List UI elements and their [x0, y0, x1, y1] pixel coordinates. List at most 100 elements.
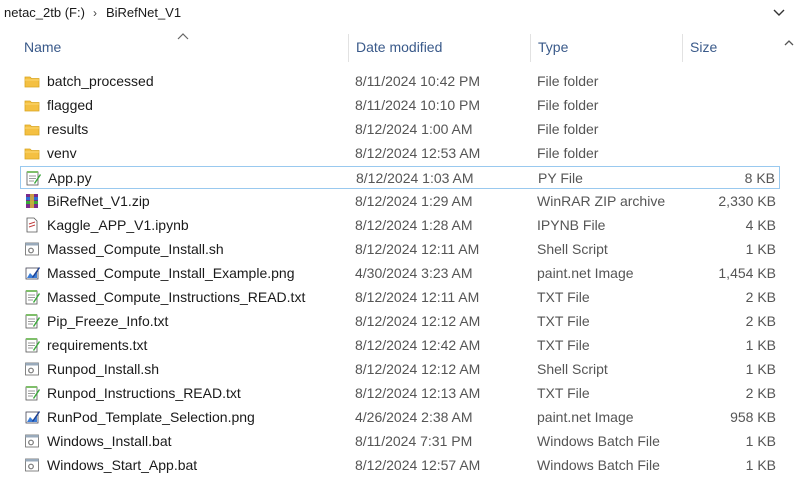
file-name: App.py [48, 170, 92, 186]
file-date-modified: 8/12/2024 12:11 AM [355, 289, 480, 305]
file-type: TXT File [537, 385, 590, 401]
file-name: Pip_Freeze_Info.txt [47, 313, 169, 329]
file-size: 958 KB [730, 409, 776, 425]
file-name: Runpod_Instructions_READ.txt [47, 385, 241, 401]
folder-icon [24, 76, 40, 88]
column-size[interactable]: Size [690, 30, 717, 64]
breadcrumb-separator[interactable]: › [93, 6, 97, 20]
file-date-modified: 8/11/2024 7:31 PM [355, 433, 473, 449]
file-row[interactable]: venv 8/12/2024 12:53 AM File folder [20, 142, 780, 165]
notepad-icon [25, 338, 40, 353]
file-type: File folder [537, 145, 599, 161]
script-icon [25, 434, 39, 448]
file-row[interactable]: App.py 8/12/2024 1:03 AM PY File 8 KB [20, 166, 780, 189]
file-row[interactable]: requirements.txt 8/12/2024 12:42 AM TXT Fi… [20, 334, 780, 357]
file-name: Runpod_Install.sh [47, 361, 160, 377]
file-type: Shell Script [537, 241, 608, 257]
file-date-modified: 4/30/2024 3:23 AM [355, 265, 473, 281]
sort-ascending-icon [177, 33, 189, 40]
file-size: 1 KB [745, 457, 776, 473]
file-row[interactable]: results 8/12/2024 1:00 AM File folder [20, 118, 780, 141]
file-date-modified: 8/12/2024 1:00 AM [355, 121, 473, 137]
file-name: flagged [47, 97, 93, 113]
file-type: TXT File [537, 313, 590, 329]
file-size: 1 KB [745, 361, 776, 377]
file-date-modified: 8/12/2024 12:42 AM [355, 337, 481, 353]
file-size: 2 KB [745, 313, 776, 329]
file-name: Massed_Compute_Install_Example.png [47, 265, 295, 281]
file-type: File folder [537, 73, 599, 89]
file-size: 2 KB [745, 289, 776, 305]
file-type: paint.net Image [537, 265, 634, 281]
column-divider[interactable] [348, 34, 349, 62]
column-divider[interactable] [682, 34, 683, 62]
file-size: 1,454 KB [718, 265, 776, 281]
file-type: TXT File [537, 289, 590, 305]
file-row[interactable]: Windows_Install.bat 8/11/2024 7:31 PM Wind… [20, 430, 780, 453]
notepad-icon [25, 290, 40, 305]
file-row[interactable]: Kaggle_APP_V1.ipynb 8/12/2024 1:28 AM IPYN… [20, 214, 780, 237]
breadcrumb-drive[interactable]: netac_2tb (F:) [4, 5, 85, 20]
file-row[interactable]: BiRefNet_V1.zip 8/12/2024 1:29 AM WinRAR Z… [20, 190, 780, 213]
file-date-modified: 8/12/2024 12:57 AM [355, 457, 481, 473]
folder-icon [24, 148, 40, 160]
file-name: Windows_Install.bat [47, 433, 172, 449]
column-divider[interactable] [530, 34, 531, 62]
breadcrumb: netac_2tb (F:) › BiRefNet_V1 [4, 5, 181, 20]
file-date-modified: 8/12/2024 12:12 AM [355, 313, 481, 329]
address-bar[interactable]: netac_2tb (F:) › BiRefNet_V1 [0, 0, 800, 26]
notepad-icon [25, 386, 40, 401]
file-date-modified: 8/12/2024 1:28 AM [355, 217, 473, 233]
file-type: TXT File [537, 337, 590, 353]
file-row[interactable]: Massed_Compute_Instructions_READ.txt 8/12… [20, 286, 780, 309]
file-name: batch_processed [47, 73, 154, 89]
file-size: 1 KB [745, 337, 776, 353]
file-name: venv [47, 145, 77, 161]
file-size: 8 KB [744, 170, 775, 186]
file-name: Massed_Compute_Install.sh [47, 241, 224, 257]
file-row[interactable]: flagged 8/11/2024 10:10 PM File folder [20, 94, 780, 117]
column-name[interactable]: Name [24, 30, 61, 64]
file-size: 4 KB [745, 217, 776, 233]
file-type: paint.net Image [537, 409, 634, 425]
script-icon [25, 458, 39, 472]
file-date-modified: 8/12/2024 12:12 AM [355, 361, 481, 377]
file-size: 1 KB [745, 241, 776, 257]
file-row[interactable]: Runpod_Instructions_READ.txt 8/12/2024 12… [20, 382, 780, 405]
script-icon [25, 242, 39, 256]
file-row[interactable]: Massed_Compute_Install.sh 8/12/2024 12:11… [20, 238, 780, 261]
file-row[interactable]: Runpod_Install.sh 8/12/2024 12:12 AM Shell… [20, 358, 780, 381]
file-size: 1 KB [745, 433, 776, 449]
column-type[interactable]: Type [538, 30, 568, 64]
file-name: results [47, 121, 89, 137]
file-date-modified: 8/12/2024 12:53 AM [355, 145, 481, 161]
winrar-icon [26, 194, 38, 208]
script-icon [25, 362, 39, 376]
file-date-modified: 8/12/2024 12:13 AM [355, 385, 481, 401]
file-row[interactable]: batch_processed 8/11/2024 10:42 PM File fo… [20, 70, 780, 93]
file-row[interactable]: Massed_Compute_Install_Example.png 4/30/2… [20, 262, 780, 285]
file-name: RunPod_Template_Selection.png [47, 409, 255, 425]
file-type: File folder [537, 121, 599, 137]
file-size: 2 KB [745, 385, 776, 401]
file-date-modified: 8/12/2024 12:11 AM [355, 241, 480, 257]
file-date-modified: 8/12/2024 1:29 AM [355, 193, 473, 209]
file-name: Kaggle_APP_V1.ipynb [47, 217, 189, 233]
file-name: BiRefNet_V1.zip [47, 193, 150, 209]
file-row[interactable]: Windows_Start_App.bat 8/12/2024 12:57 AM W… [20, 454, 780, 477]
file-type: Windows Batch File [537, 457, 660, 473]
file-type: Windows Batch File [537, 433, 660, 449]
notepad-icon [26, 171, 41, 186]
folder-icon [24, 124, 40, 136]
breadcrumb-folder[interactable]: BiRefNet_V1 [106, 5, 181, 20]
column-date-modified[interactable]: Date modified [356, 30, 442, 64]
file-row[interactable]: RunPod_Template_Selection.png 4/26/2024 2… [20, 406, 780, 429]
file-size: 2,330 KB [718, 193, 776, 209]
chevron-down-icon[interactable] [772, 5, 786, 19]
notepad-icon [25, 314, 40, 329]
file-date-modified: 8/11/2024 10:10 PM [355, 97, 481, 113]
file-row[interactable]: Pip_Freeze_Info.txt 8/12/2024 12:12 AM TXT… [20, 310, 780, 333]
file-type: IPYNB File [537, 217, 606, 233]
paintnet-icon [25, 267, 40, 280]
column-header: Name Date modified Type Size [0, 30, 800, 64]
